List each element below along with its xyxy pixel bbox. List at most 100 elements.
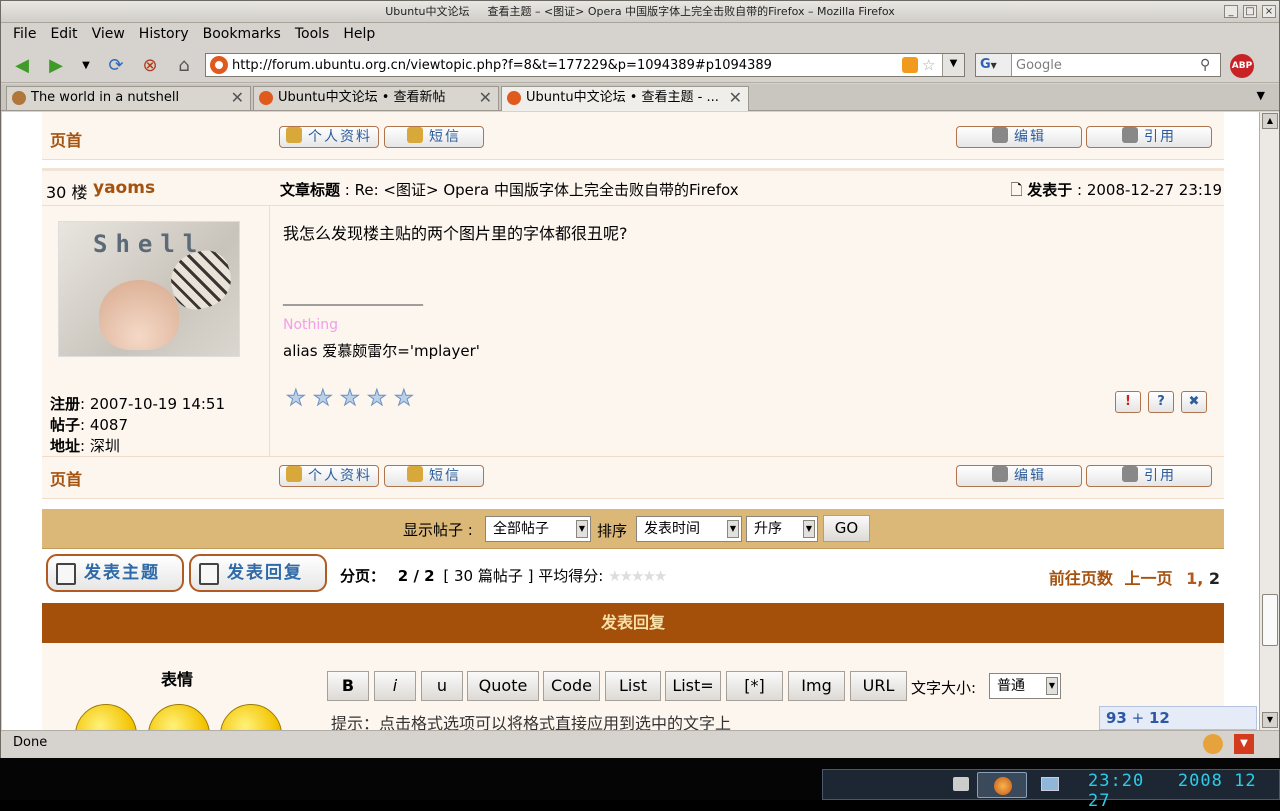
quote-button[interactable]: 引用 xyxy=(1086,126,1212,148)
back-arrow-icon[interactable]: ◀ xyxy=(9,53,35,77)
sort-select[interactable]: 发表时间 ▼ xyxy=(636,516,742,542)
list-item-button[interactable]: [*] xyxy=(726,671,783,701)
image-button[interactable]: Img xyxy=(788,671,845,701)
rss-feed-icon[interactable] xyxy=(902,57,918,73)
url-button[interactable]: URL xyxy=(850,671,907,701)
tab-list-icon[interactable]: ▼ xyxy=(1257,89,1265,102)
order-select[interactable]: 升序 ▼ xyxy=(746,516,818,542)
pm-button[interactable]: 短信 xyxy=(384,465,484,487)
signature-line-2: alias 爱慕颇雷尔='mplayer' xyxy=(283,342,480,360)
user-icon xyxy=(286,466,302,482)
rating-star-icon[interactable]: ★ xyxy=(286,387,308,410)
addon-status-icon[interactable] xyxy=(1203,734,1223,754)
vertical-scrollbar[interactable]: ▲ ▼ xyxy=(1259,112,1279,730)
rating-star-icon[interactable]: ★ xyxy=(313,387,335,410)
go-button[interactable]: GO xyxy=(823,515,870,542)
menu-history[interactable]: History xyxy=(132,23,196,45)
bold-button[interactable]: B xyxy=(327,671,369,701)
bookmark-star-icon[interactable]: ☆ xyxy=(922,56,938,74)
reply-section-title: 发表回复 xyxy=(42,603,1224,643)
menu-file[interactable]: File xyxy=(1,23,43,45)
pocket-icon[interactable]: ▼ xyxy=(1234,734,1254,754)
scrollbar-thumb[interactable] xyxy=(1262,594,1278,646)
back-to-top-link[interactable]: 页首 xyxy=(50,466,82,490)
tab-view-topic[interactable]: Ubuntu中文论坛 • 查看主题 - ... ✕ xyxy=(501,86,749,111)
minimize-button[interactable]: _ xyxy=(1224,5,1238,18)
reload-icon[interactable]: ⟳ xyxy=(103,53,129,77)
dropdown-arrow-icon: ▼ xyxy=(803,520,815,538)
menu-tools[interactable]: Tools xyxy=(288,23,337,45)
url-dropdown-icon[interactable]: ▼ xyxy=(942,54,964,76)
report-button[interactable]: ! xyxy=(1115,391,1141,413)
post-subject: Re: <图证> Opera 中国版字体上完全击败自带的Firefox xyxy=(354,181,739,199)
rating-star-icon[interactable]: ★ xyxy=(340,387,362,410)
goto-page-link[interactable]: 前往页数 xyxy=(1049,569,1113,588)
quote-button[interactable]: 引用 xyxy=(1086,465,1212,487)
list-button[interactable]: List xyxy=(605,671,661,701)
tab-nutshell[interactable]: The world in a nutshell ✕ xyxy=(6,86,251,110)
quote-format-button[interactable]: Quote xyxy=(467,671,539,701)
post-reply-button[interactable]: 发表回复 xyxy=(189,554,327,592)
rating-stars[interactable]: ★ ★ ★ ★ ★ xyxy=(286,387,421,410)
scroll-down-icon[interactable]: ▼ xyxy=(1262,712,1278,728)
display-options-bar: 显示帖子 : xyxy=(42,509,1224,549)
menu-bar: File Edit View History Bookmarks Tools Help xyxy=(1,23,1279,45)
posts-label: 帖子 xyxy=(50,416,81,434)
edit-button[interactable]: 编辑 xyxy=(956,126,1082,148)
status-bar: Done ▼ xyxy=(1,730,1279,758)
menu-bookmarks[interactable]: Bookmarks xyxy=(196,23,288,45)
new-topic-button[interactable]: 发表主题 xyxy=(46,554,184,592)
firefox-task-button[interactable] xyxy=(977,772,1027,798)
post-content: 我怎么发现楼主贴的两个图片里的字体都很丑呢? xyxy=(283,224,628,243)
ordered-list-button[interactable]: List= xyxy=(665,671,721,701)
edit-button[interactable]: 编辑 xyxy=(956,465,1082,487)
location: 深圳 xyxy=(89,437,120,455)
profile-button[interactable]: 个人资料 xyxy=(279,126,379,148)
page-1-link[interactable]: 1 xyxy=(1186,569,1197,588)
display-label: 显示帖子 : xyxy=(403,521,473,539)
menu-view[interactable]: View xyxy=(85,23,132,45)
stop-icon[interactable]: ⊗ xyxy=(137,53,163,77)
filter-select[interactable]: 全部帖子 ▼ xyxy=(485,516,591,542)
search-input[interactable]: Google xyxy=(1012,58,1200,73)
rating-star-icon[interactable]: ★ xyxy=(367,387,389,410)
maximize-button[interactable]: □ xyxy=(1243,5,1257,18)
network-icon[interactable] xyxy=(953,777,969,791)
desktop-icon[interactable] xyxy=(1041,777,1059,791)
scroll-up-icon[interactable]: ▲ xyxy=(1262,113,1278,129)
menu-edit[interactable]: Edit xyxy=(43,23,84,45)
menu-help[interactable]: Help xyxy=(336,23,382,45)
tab-close-icon[interactable]: ✕ xyxy=(729,87,742,109)
search-engine-icon[interactable]: G▼ xyxy=(976,54,1012,76)
history-dropdown-icon[interactable]: ▼ xyxy=(73,53,99,77)
subscribers-badge[interactable]: 93 + 12 subscribers xyxy=(1099,706,1257,730)
info-button[interactable]: ? xyxy=(1148,391,1174,413)
adblock-icon[interactable]: ABP xyxy=(1230,54,1254,78)
pagination-info: 分页： 2 / 2 [ 30 篇帖子 ] 平均得分: ★★★★★ xyxy=(340,567,667,585)
home-icon[interactable]: ⌂ xyxy=(171,53,197,77)
profile-button[interactable]: 个人资料 xyxy=(279,465,379,487)
rating-star-icon[interactable]: ★ xyxy=(394,387,416,410)
quote-icon xyxy=(1122,127,1138,143)
italic-button[interactable]: i xyxy=(374,671,416,701)
url-text[interactable]: http://forum.ubuntu.org.cn/viewtopic.php… xyxy=(232,58,902,73)
pm-button[interactable]: 短信 xyxy=(384,126,484,148)
delete-button[interactable]: ✖ xyxy=(1181,391,1207,413)
tab-close-icon[interactable]: ✕ xyxy=(231,87,244,109)
forward-arrow-icon[interactable]: ▶ xyxy=(43,53,69,77)
dropdown-arrow-icon: ▼ xyxy=(576,520,588,538)
search-icon[interactable]: ⚲ xyxy=(1200,57,1220,73)
underline-button[interactable]: u xyxy=(421,671,463,701)
smilies-label: 表情 xyxy=(161,670,194,689)
search-bar[interactable]: G▼ Google ⚲ xyxy=(975,53,1221,77)
back-to-top-link[interactable]: 页首 xyxy=(50,127,82,151)
code-button[interactable]: Code xyxy=(543,671,600,701)
prev-page-link[interactable]: 上一页 xyxy=(1124,569,1172,588)
posts-count: 4087 xyxy=(89,416,129,434)
post-author[interactable]: yaoms xyxy=(93,178,155,198)
url-bar[interactable]: http://forum.ubuntu.org.cn/viewtopic.php… xyxy=(205,53,965,77)
close-window-button[interactable]: × xyxy=(1262,5,1276,18)
tab-new-posts[interactable]: Ubuntu中文论坛 • 查看新帖 ✕ xyxy=(253,86,499,110)
tab-close-icon[interactable]: ✕ xyxy=(479,87,492,109)
font-size-select[interactable]: 普通 ▼ xyxy=(989,673,1061,699)
